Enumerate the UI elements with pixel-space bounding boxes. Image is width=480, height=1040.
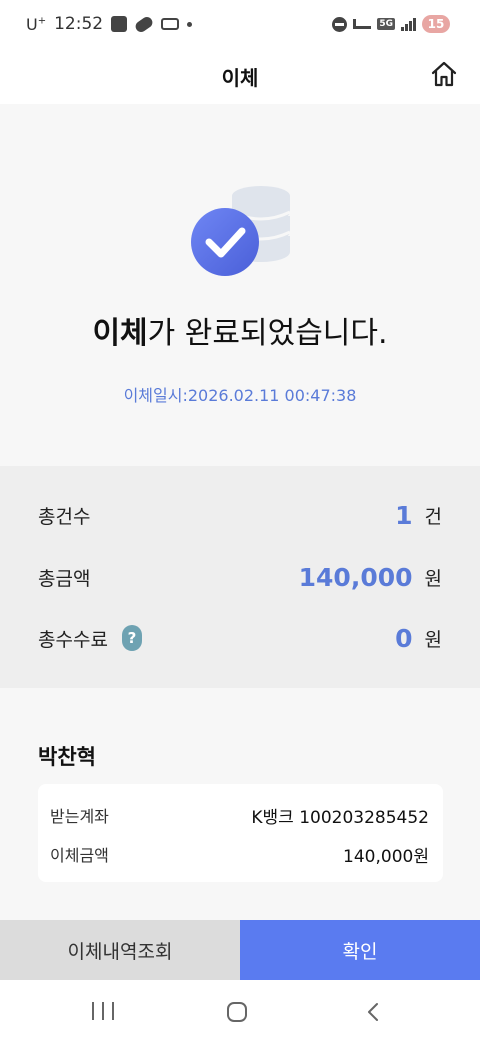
notification-app-icon: [111, 16, 128, 32]
check-circle-icon: [191, 186, 291, 276]
recents-icon[interactable]: [92, 1002, 114, 1022]
pill-icon: [133, 14, 155, 34]
transfer-detail-card: 받는계좌 K뱅크 100203285452 이체금액 140,000원: [38, 784, 443, 882]
summary-section: 총건수 1 건 총금액 140,000 원 총수수료 ? 0 원: [0, 466, 480, 688]
more-notifications-dot-icon: [187, 21, 193, 27]
amount-label: 총금액: [38, 567, 91, 590]
detail-value: 140,000원: [343, 846, 429, 867]
detail-label: 이체금액: [50, 846, 109, 865]
result-message: 이체가 완료되었습니다.: [92, 316, 388, 351]
battery-indicator: 15: [422, 15, 450, 33]
transfer-complete-graphic: [188, 182, 292, 282]
transfer-timestamp: 이체일시:2026.02.11 00:47:38: [123, 386, 357, 405]
status-right: 5G 15: [332, 15, 450, 33]
confirm-button[interactable]: 확인: [240, 920, 480, 980]
count-unit: 건: [424, 505, 442, 528]
system-navigation-bar: [0, 980, 480, 1040]
detail-row-amount: 이체금액 140,000원: [50, 840, 429, 868]
sleep-mode-icon: [353, 19, 372, 29]
summary-count-row: 총건수 1 건: [38, 495, 442, 535]
app-header: 이체: [0, 52, 480, 104]
fee-unit: 원: [424, 628, 442, 651]
transfer-history-button[interactable]: 이체내역조회: [0, 920, 240, 980]
detail-label: 받는계좌: [50, 807, 109, 826]
fee-label-group: 총수수료 ?: [38, 625, 395, 652]
network-badge: 5G: [377, 18, 395, 30]
signal-icon: [401, 17, 416, 31]
help-icon[interactable]: ?: [121, 625, 142, 651]
do-not-disturb-icon: [332, 16, 348, 32]
status-left: U+ 12:52: [26, 14, 193, 34]
amount-value: 140,000: [298, 562, 413, 592]
detail-value: K뱅크 100203285452: [251, 807, 429, 828]
back-icon[interactable]: [364, 1002, 384, 1022]
home-icon: [431, 61, 457, 87]
recipient-section: 박찬혁 받는계좌 K뱅크 100203285452 이체금액 140,000원: [0, 688, 480, 920]
voicemail-icon: [161, 18, 180, 30]
nav-home-icon[interactable]: [227, 1002, 247, 1022]
clock: 12:52: [54, 14, 104, 34]
home-button[interactable]: [428, 58, 460, 90]
result-section: 이체가 완료되었습니다. 이체일시:2026.02.11 00:47:38: [0, 104, 480, 466]
count-value: 1: [395, 500, 413, 530]
recipient-name: 박찬혁: [38, 745, 96, 769]
count-label: 총건수: [38, 505, 91, 528]
summary-amount-row: 총금액 140,000 원: [38, 557, 442, 597]
bottom-action-bar: 이체내역조회 확인: [0, 920, 480, 980]
fee-label: 총수수료: [38, 628, 108, 651]
detail-row-account: 받는계좌 K뱅크 100203285452: [50, 801, 429, 829]
amount-unit: 원: [424, 567, 442, 590]
page-title: 이체: [221, 66, 259, 90]
carrier-label: U+: [26, 14, 47, 34]
summary-fee-row: 총수수료 ? 0 원: [38, 618, 442, 658]
status-bar: U+ 12:52 5G 15: [0, 0, 480, 52]
fee-value: 0: [395, 623, 413, 653]
